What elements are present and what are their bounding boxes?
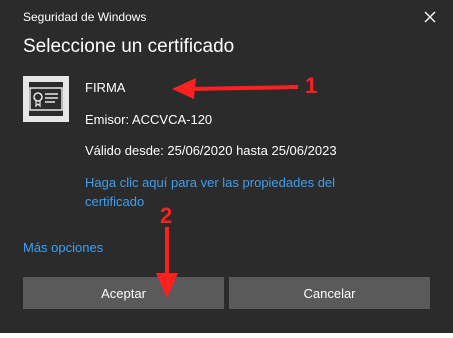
bottom-edge [0,333,453,338]
certificate-icon[interactable] [23,76,69,122]
annotation-number-2: 2 [160,203,173,228]
title-bar: Seguridad de Windows [0,0,453,34]
certificate-dialog: Seguridad de Windows Seleccione un certi… [0,0,453,338]
certificate-name[interactable]: FIRMA [85,80,125,95]
more-options-link[interactable]: Más opciones [23,240,103,255]
close-icon [424,11,436,23]
close-button[interactable] [415,4,445,30]
certificate-properties-link[interactable]: Haga clic aquí para ver las propiedades … [85,173,375,211]
annotation-number-1: 1 [305,73,318,98]
window-title: Seguridad de Windows [23,10,147,24]
page-title: Seleccione un certificado [23,36,235,57]
accept-button[interactable]: Aceptar [23,277,224,309]
certificate-validity: Válido desde: 25/06/2020 hasta 25/06/202… [85,143,337,158]
arrow-left-icon [172,78,299,99]
cancel-button[interactable]: Cancelar [229,277,430,309]
certificate-issuer: Emisor: ACCVCA-120 [85,112,213,127]
